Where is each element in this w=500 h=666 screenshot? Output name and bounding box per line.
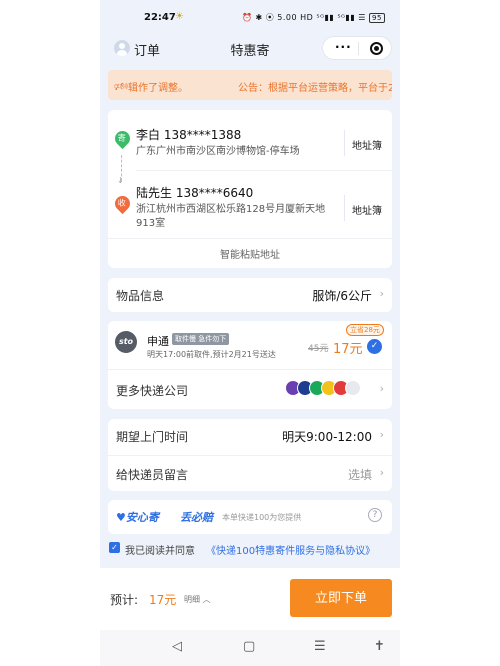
help-icon[interactable]: ?	[368, 508, 382, 522]
chevron-right-icon: ›	[379, 382, 384, 395]
chevron-right-icon: ›	[379, 428, 384, 441]
pickup-time-row[interactable]: 期望上门时间 明天9:00-12:00 ›	[108, 419, 392, 453]
pickup-divider	[108, 455, 392, 456]
avatar-icon[interactable]	[114, 40, 130, 56]
courier-tag: 取件慢 急件勿下	[172, 333, 230, 345]
courier-card: sto 申通 取件慢 急件勿下 明天17:00前取件,预计2月21号送达 立省2…	[108, 321, 392, 409]
notice-text-left: 辑作了调整。	[128, 83, 188, 94]
receiver-address-book-button[interactable]: 地址簿	[352, 202, 382, 217]
speaker-icon: 🕬	[114, 80, 129, 93]
submit-order-button[interactable]: 立即下单	[290, 579, 392, 617]
capsule-divider	[358, 42, 359, 55]
detail-toggle[interactable]: 明细 ︿	[184, 594, 211, 605]
receiver-name[interactable]: 陆先生 138****6640	[136, 184, 253, 201]
status-indicators: ⏰ ✱ ⦿ 5.00 HD ⁵ᴳ▮▮ ⁵ᴳ▮▮ ☰ 95	[242, 12, 385, 23]
chevron-right-icon: ›	[379, 287, 384, 300]
insurance-desc: 本单快递100为您提供	[222, 513, 302, 522]
goods-info-row[interactable]: 物品信息 服饰/6公斤 ›	[108, 278, 392, 312]
chevron-right-icon: ›	[379, 466, 384, 479]
smart-paste-button[interactable]: 智能粘贴地址	[108, 246, 392, 261]
agreement-text: 我已阅读并同意	[125, 546, 195, 557]
status-icons-text: ⏰ ✱ ⦿ 5.00 HD ⁵ᴳ▮▮ ⁵ᴳ▮▮ ☰	[242, 13, 366, 22]
receiver-address[interactable]: 浙江杭州市西湖区松乐路128号月厦新天地913室	[136, 203, 336, 231]
goods-value: 服饰/6公斤	[312, 289, 372, 303]
page-title: 特惠寄	[230, 44, 270, 59]
message-label: 给快递员留言	[116, 468, 189, 482]
book-divider	[344, 130, 345, 156]
estimate-label: 预计:	[110, 593, 139, 607]
home-icon[interactable]: ▢	[243, 639, 255, 654]
agreement-row: ✓ 我已阅读并同意 《快递100特惠寄件服务与隐私协议》	[108, 541, 392, 557]
sender-pin-icon: 寄	[111, 127, 134, 150]
agreement-checkbox[interactable]: ✓	[109, 542, 120, 553]
battery-icon: 95	[369, 13, 385, 23]
goods-label: 物品信息	[116, 289, 165, 303]
diubipei-logo: 丢必赔	[180, 511, 213, 524]
message-value: 选填	[347, 468, 372, 482]
old-price: 45元	[308, 344, 329, 354]
sto-logo: sto	[115, 331, 137, 353]
close-target-icon[interactable]	[370, 42, 383, 55]
notice-banner[interactable]: 🕬 辑作了调整。 公告：根据平台运营策略，平台于2月	[108, 70, 392, 100]
sender-address-book-button[interactable]: 地址簿	[352, 137, 382, 152]
courier-logo-icon	[345, 380, 361, 396]
phone-screen: 22:47 ☀ ⏰ ✱ ⦿ 5.00 HD ⁵ᴳ▮▮ ⁵ᴳ▮▮ ☰ 95 订单 …	[100, 0, 400, 666]
pickup-card: 期望上门时间 明天9:00-12:00 › 给快递员留言 选填 ›	[108, 419, 392, 491]
insurance-banner: ♥安心寄 丢必赔 本单快递100为您提供 ?	[108, 500, 392, 534]
agreement-link[interactable]: 《快递100特惠寄件服务与隐私协议》	[206, 542, 375, 557]
app-header: 订单 特惠寄 ···	[100, 36, 400, 62]
bottom-bar: 预计: 17元 明细 ︿ 立即下单	[100, 568, 400, 630]
status-bar: 22:47 ☀ ⏰ ✱ ⦿ 5.00 HD ⁵ᴳ▮▮ ⁵ᴳ▮▮ ☰ 95	[100, 0, 400, 36]
new-price: 17元	[333, 342, 363, 357]
back-icon[interactable]: ◁	[172, 639, 182, 654]
system-nav-bar: ◁ ▢ ☰ ✝	[100, 630, 400, 666]
clock: 22:47	[144, 12, 176, 23]
notice-text-right: 公告：根据平台运营策略，平台于2月	[238, 83, 392, 94]
more-icon[interactable]: ···	[335, 40, 352, 54]
sender-badge: 寄	[117, 133, 126, 143]
arrow-down-icon: ↓	[117, 176, 124, 185]
anxinji-logo: ♥安心寄	[116, 511, 159, 524]
pickup-label: 期望上门时间	[116, 430, 189, 444]
address-card: 寄 李白 138****1388 广东广州市南沙区南沙博物馆-停车场 地址簿 ↓…	[108, 110, 392, 268]
paste-divider	[108, 238, 392, 239]
selected-check-icon[interactable]: ✓	[367, 339, 382, 354]
orders-link[interactable]: 订单	[134, 40, 160, 59]
courier-name: 申通	[147, 335, 169, 348]
estimate-value: 17元	[149, 593, 177, 607]
sender-name[interactable]: 李白 138****1388	[136, 126, 241, 143]
message-row[interactable]: 给快递员留言 选填 ›	[108, 457, 392, 491]
save-badge: 立省28元	[346, 324, 384, 336]
courier-divider	[108, 369, 392, 370]
sender-address[interactable]: 广东广州市南沙区南沙博物馆-停车场	[136, 145, 336, 159]
receiver-pin-icon: 收	[111, 192, 134, 215]
more-couriers-label[interactable]: 更多快递公司	[116, 382, 188, 399]
courier-time-note: 明天17:00前取件,预计2月21号送达	[147, 350, 276, 359]
accessibility-icon[interactable]: ✝	[374, 639, 385, 654]
weather-icon: ☀	[175, 11, 184, 22]
pickup-value: 明天9:00-12:00	[282, 430, 372, 444]
recents-icon[interactable]: ☰	[314, 639, 326, 654]
address-divider	[136, 170, 392, 171]
miniprogram-capsule: ···	[322, 36, 392, 60]
receiver-badge: 收	[117, 198, 126, 208]
book-divider	[344, 195, 345, 221]
